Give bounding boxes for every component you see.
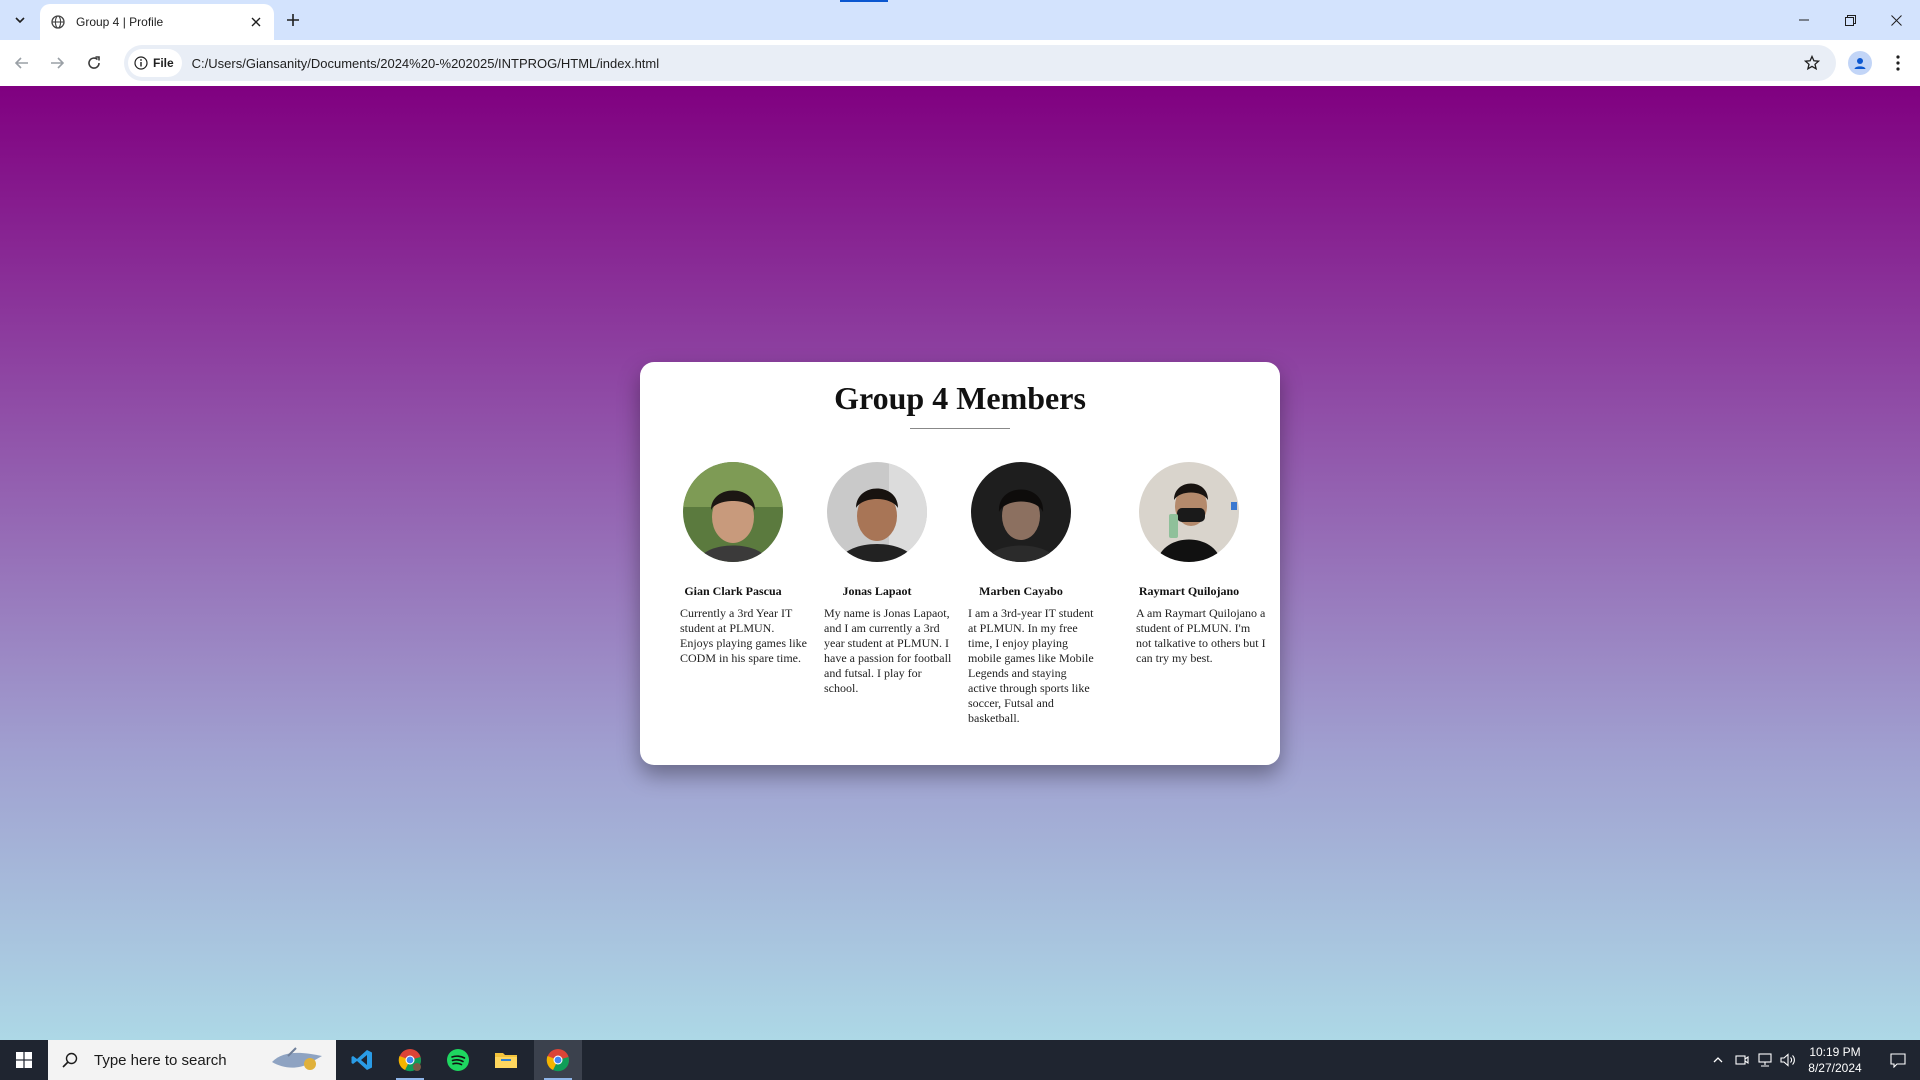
taskbar-app-file-explorer[interactable] (482, 1040, 530, 1080)
member-bio: I am a 3rd-year IT student at PLMUN. In … (968, 606, 1094, 725)
taskbar-app-chrome[interactable] (534, 1040, 582, 1080)
start-button[interactable] (0, 1040, 48, 1080)
taskbar-app-chrome-profile[interactable] (386, 1040, 434, 1080)
vscode-icon (351, 1050, 372, 1070)
title-divider (910, 428, 1010, 429)
profile-button[interactable] (1848, 51, 1872, 75)
taskbar-app-spotify[interactable] (434, 1040, 482, 1080)
show-hidden-icons-button[interactable] (1710, 1052, 1726, 1068)
browser-toolbar: File C:/Users/Giansanity/Documents/2024%… (0, 40, 1920, 86)
members-card: Group 4 Members Gian Clark Pascua Curren… (640, 362, 1280, 765)
member-card: Raymart Quilojano A am Raymart Quilojano… (1136, 462, 1266, 666)
tab-search-button[interactable] (8, 8, 32, 32)
site-info-chip[interactable]: File (128, 49, 182, 77)
page-viewport: Group 4 Members Gian Clark Pascua Curren… (0, 86, 1920, 1040)
member-bio: My name is Jonas Lapaot, and I am curren… (824, 606, 952, 695)
taskbar-app-vscode[interactable] (338, 1040, 386, 1080)
browser-menu-button[interactable] (1886, 51, 1910, 75)
plus-icon (287, 14, 299, 26)
reload-icon (88, 56, 100, 69)
address-bar[interactable]: File C:/Users/Giansanity/Documents/2024%… (124, 45, 1836, 81)
meet-now-icon[interactable] (1734, 1052, 1750, 1068)
member-bio: A am Raymart Quilojano a student of PLMU… (1136, 606, 1266, 665)
info-icon (134, 56, 148, 70)
chevron-down-icon (15, 17, 25, 24)
search-highlight-illustration (268, 1044, 328, 1076)
spotify-icon (447, 1049, 469, 1071)
windows-logo-icon (16, 1052, 32, 1068)
network-icon[interactable] (1757, 1052, 1773, 1068)
search-placeholder: Type here to search (94, 1051, 227, 1069)
star-icon (1804, 55, 1820, 71)
member-card: Marben Cayabo I am a 3rd-year IT student… (968, 462, 1098, 726)
notification-icon (1890, 1053, 1906, 1068)
taskbar-clock[interactable]: 10:19 PM 8/27/2024 (1800, 1044, 1870, 1076)
restore-icon (1844, 14, 1856, 26)
member-card: Jonas Lapaot My name is Jonas Lapaot, an… (824, 462, 954, 696)
site-chip-label: File (153, 56, 174, 70)
forward-button[interactable] (45, 51, 69, 75)
browser-tab[interactable]: Group 4 | Profile (40, 4, 274, 40)
volume-icon[interactable] (1780, 1052, 1796, 1068)
taskbar: Type here to search 10:19 PM 8/27/2024 (0, 1040, 1920, 1080)
tab-title: Group 4 | Profile (76, 15, 164, 29)
member-name: Raymart Quilojano (1138, 584, 1240, 598)
member-card: Gian Clark Pascua Currently a 3rd Year I… (680, 462, 810, 666)
more-vertical-icon (1896, 55, 1900, 71)
back-button[interactable] (10, 51, 34, 75)
new-tab-button[interactable] (281, 8, 305, 32)
arrow-right-icon (51, 57, 64, 69)
tab-strip: Group 4 | Profile (0, 0, 1920, 40)
bookmark-button[interactable] (1800, 51, 1824, 75)
page-title: Group 4 Members (834, 380, 1086, 416)
avatar (1139, 462, 1239, 562)
arrow-left-icon (15, 57, 28, 69)
clock-time: 10:19 PM (1809, 1045, 1861, 1059)
notifications-button[interactable] (1876, 1040, 1920, 1080)
avatar (971, 462, 1071, 562)
minimize-icon (1799, 19, 1809, 21)
folder-icon (495, 1053, 517, 1068)
taskbar-search-box[interactable]: Type here to search (48, 1040, 336, 1080)
search-icon (62, 1052, 82, 1068)
member-name: Gian Clark Pascua (684, 584, 782, 598)
chrome-icon (398, 1049, 421, 1072)
avatar (827, 462, 927, 562)
person-icon (1854, 58, 1866, 69)
clock-date: 8/27/2024 (1808, 1061, 1862, 1075)
tab-indicator (840, 0, 888, 2)
reload-button[interactable] (82, 51, 106, 75)
member-name: Marben Cayabo (979, 584, 1063, 598)
member-name: Jonas Lapaot (842, 584, 912, 598)
member-bio: Currently a 3rd Year IT student at PLMUN… (680, 606, 807, 665)
minimize-button[interactable] (1781, 0, 1827, 40)
globe-icon (50, 14, 66, 30)
chrome-icon (546, 1049, 569, 1072)
close-tab-icon[interactable] (246, 12, 266, 32)
close-window-button[interactable] (1873, 0, 1919, 40)
restore-button[interactable] (1827, 0, 1873, 40)
close-icon (1890, 14, 1902, 26)
avatar (683, 462, 783, 562)
chevron-up-icon (1713, 1057, 1723, 1063)
url-text[interactable]: C:/Users/Giansanity/Documents/2024%20-%2… (192, 56, 659, 71)
